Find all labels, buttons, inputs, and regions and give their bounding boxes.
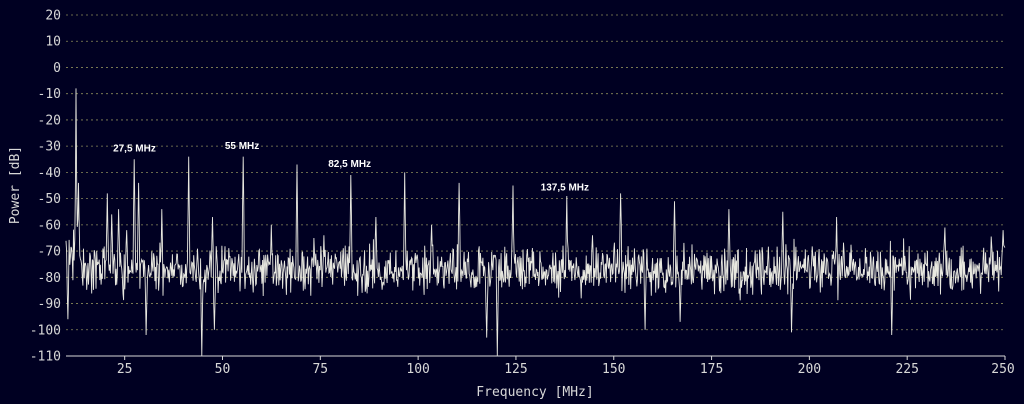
y-tick-label: -70 [38,245,61,260]
y-tick-label: -40 [38,166,61,181]
y-tick-labels: 20 10 0 -10 -20 -30 -40 -50 -60 -70 -80 -90 -100 -110 [30,9,61,365]
x-tick-label: 100 [406,362,429,377]
x-tick-label: 250 [991,362,1014,377]
x-tick-label: 25 [117,362,133,377]
spectrum-chart: 20100-10-20-30-40-50-60-70-80-90-100-110… [8,9,1015,401]
y-tick-label: 10 [45,35,61,50]
peak-annotation: 82,5 MHz [328,159,371,170]
y-tick-label: -30 [38,140,61,155]
y-tick-label: -90 [38,297,61,312]
spectrum-trace [65,88,1006,357]
x-tick-label: 150 [602,362,625,377]
peak-annotation: 27,5 MHz [113,143,156,154]
y-tick-label: -60 [38,218,61,233]
y-tick-label: -10 [38,87,61,102]
peak-annotation: 137,5 MHz [541,183,589,194]
y-axis-label: Power [dB] [8,146,23,224]
x-tick-labels: 25 50 75 100 125 150 175 200 225 250 [117,356,1015,377]
grid-lines [66,14,1005,331]
y-tick-label: -100 [30,323,61,338]
y-tick-label: -50 [38,192,61,207]
x-tick-label: 225 [895,362,918,377]
x-axis-label: Frequency [MHz] [476,385,593,400]
y-tick-label: -80 [38,271,61,286]
peak-annotation: 55 MHz [225,141,259,152]
y-tick-label: 20 [45,9,61,24]
y-tick-label: -110 [30,350,61,365]
x-tick-label: 175 [700,362,723,377]
x-tick-label: 75 [312,362,328,377]
x-tick-label: 50 [215,362,231,377]
y-tick-label: 0 [53,61,61,76]
y-tick-label: -20 [38,113,61,128]
x-tick-label: 125 [504,362,527,377]
x-tick-label: 200 [798,362,821,377]
